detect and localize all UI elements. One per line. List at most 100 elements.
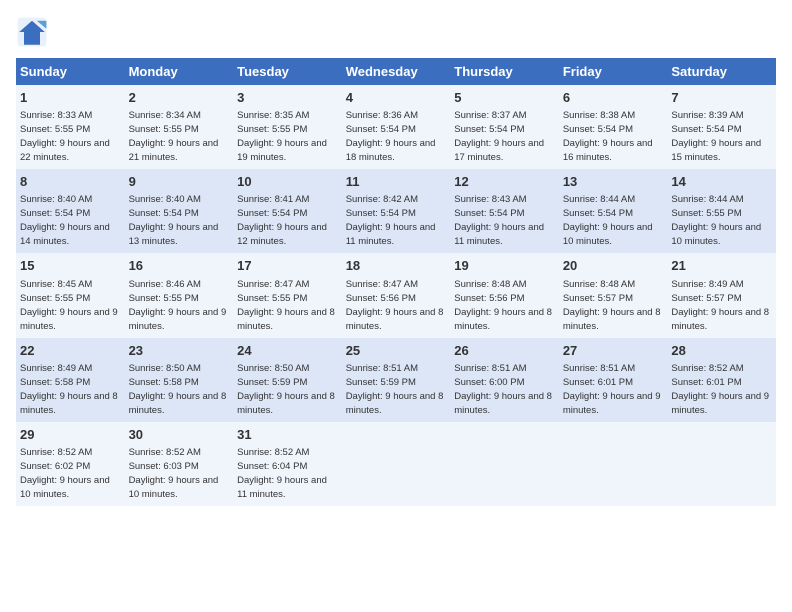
day-number: 5 [454,89,555,107]
sunrise-info: Sunrise: 8:44 AM [563,194,635,205]
calendar-header-row: SundayMondayTuesdayWednesdayThursdayFrid… [16,58,776,85]
sunset-info: Sunset: 6:01 PM [671,377,741,388]
sunrise-info: Sunrise: 8:41 AM [237,194,309,205]
day-number: 3 [237,89,338,107]
sunrise-info: Sunrise: 8:33 AM [20,110,92,121]
day-number: 26 [454,342,555,360]
calendar-cell: 10 Sunrise: 8:41 AM Sunset: 5:54 PM Dayl… [233,169,342,253]
sunrise-info: Sunrise: 8:52 AM [671,363,743,374]
calendar-cell: 7 Sunrise: 8:39 AM Sunset: 5:54 PM Dayli… [667,85,776,169]
calendar-cell: 27 Sunrise: 8:51 AM Sunset: 6:01 PM Dayl… [559,338,668,422]
sunset-info: Sunset: 6:03 PM [129,461,199,472]
daylight-info: Daylight: 9 hours and 10 minutes. [129,475,219,500]
daylight-info: Daylight: 9 hours and 8 minutes. [237,307,335,332]
header-cell-friday: Friday [559,58,668,85]
daylight-info: Daylight: 9 hours and 10 minutes. [563,222,653,247]
day-number: 16 [129,257,230,275]
sunset-info: Sunset: 5:54 PM [454,124,524,135]
calendar-cell [667,422,776,506]
day-number: 21 [671,257,772,275]
sunrise-info: Sunrise: 8:42 AM [346,194,418,205]
day-number: 11 [346,173,447,191]
sunrise-info: Sunrise: 8:49 AM [671,279,743,290]
sunrise-info: Sunrise: 8:52 AM [20,447,92,458]
daylight-info: Daylight: 9 hours and 22 minutes. [20,138,110,163]
day-number: 19 [454,257,555,275]
sunset-info: Sunset: 5:55 PM [20,124,90,135]
day-number: 8 [20,173,121,191]
daylight-info: Daylight: 9 hours and 10 minutes. [20,475,110,500]
sunset-info: Sunset: 5:55 PM [237,293,307,304]
calendar-cell: 9 Sunrise: 8:40 AM Sunset: 5:54 PM Dayli… [125,169,234,253]
sunset-info: Sunset: 5:55 PM [129,124,199,135]
sunrise-info: Sunrise: 8:38 AM [563,110,635,121]
day-number: 17 [237,257,338,275]
calendar-cell: 1 Sunrise: 8:33 AM Sunset: 5:55 PM Dayli… [16,85,125,169]
day-number: 13 [563,173,664,191]
calendar-cell: 17 Sunrise: 8:47 AM Sunset: 5:55 PM Dayl… [233,253,342,337]
sunrise-info: Sunrise: 8:49 AM [20,363,92,374]
day-number: 15 [20,257,121,275]
sunset-info: Sunset: 5:54 PM [20,208,90,219]
sunset-info: Sunset: 5:55 PM [671,208,741,219]
daylight-info: Daylight: 9 hours and 11 minutes. [346,222,436,247]
day-number: 2 [129,89,230,107]
calendar-cell: 15 Sunrise: 8:45 AM Sunset: 5:55 PM Dayl… [16,253,125,337]
calendar-cell [342,422,451,506]
sunrise-info: Sunrise: 8:48 AM [563,279,635,290]
calendar-cell: 11 Sunrise: 8:42 AM Sunset: 5:54 PM Dayl… [342,169,451,253]
daylight-info: Daylight: 9 hours and 18 minutes. [346,138,436,163]
calendar-cell: 2 Sunrise: 8:34 AM Sunset: 5:55 PM Dayli… [125,85,234,169]
day-number: 10 [237,173,338,191]
calendar-cell: 30 Sunrise: 8:52 AM Sunset: 6:03 PM Dayl… [125,422,234,506]
calendar-cell: 18 Sunrise: 8:47 AM Sunset: 5:56 PM Dayl… [342,253,451,337]
calendar-cell: 31 Sunrise: 8:52 AM Sunset: 6:04 PM Dayl… [233,422,342,506]
day-number: 12 [454,173,555,191]
daylight-info: Daylight: 9 hours and 12 minutes. [237,222,327,247]
daylight-info: Daylight: 9 hours and 8 minutes. [454,307,552,332]
calendar-cell: 26 Sunrise: 8:51 AM Sunset: 6:00 PM Dayl… [450,338,559,422]
calendar-week-row: 1 Sunrise: 8:33 AM Sunset: 5:55 PM Dayli… [16,85,776,169]
daylight-info: Daylight: 9 hours and 9 minutes. [563,391,661,416]
day-number: 22 [20,342,121,360]
calendar-week-row: 29 Sunrise: 8:52 AM Sunset: 6:02 PM Dayl… [16,422,776,506]
day-number: 28 [671,342,772,360]
sunrise-info: Sunrise: 8:46 AM [129,279,201,290]
sunrise-info: Sunrise: 8:35 AM [237,110,309,121]
calendar-week-row: 15 Sunrise: 8:45 AM Sunset: 5:55 PM Dayl… [16,253,776,337]
sunset-info: Sunset: 5:54 PM [237,208,307,219]
daylight-info: Daylight: 9 hours and 10 minutes. [671,222,761,247]
day-number: 1 [20,89,121,107]
daylight-info: Daylight: 9 hours and 8 minutes. [346,391,444,416]
day-number: 6 [563,89,664,107]
sunrise-info: Sunrise: 8:45 AM [20,279,92,290]
sunset-info: Sunset: 5:59 PM [237,377,307,388]
calendar-cell: 23 Sunrise: 8:50 AM Sunset: 5:58 PM Dayl… [125,338,234,422]
day-number: 4 [346,89,447,107]
daylight-info: Daylight: 9 hours and 13 minutes. [129,222,219,247]
sunrise-info: Sunrise: 8:52 AM [237,447,309,458]
calendar-cell: 4 Sunrise: 8:36 AM Sunset: 5:54 PM Dayli… [342,85,451,169]
day-number: 24 [237,342,338,360]
sunset-info: Sunset: 6:00 PM [454,377,524,388]
sunrise-info: Sunrise: 8:40 AM [20,194,92,205]
day-number: 30 [129,426,230,444]
daylight-info: Daylight: 9 hours and 8 minutes. [237,391,335,416]
sunset-info: Sunset: 5:54 PM [563,124,633,135]
sunrise-info: Sunrise: 8:50 AM [129,363,201,374]
calendar-cell: 29 Sunrise: 8:52 AM Sunset: 6:02 PM Dayl… [16,422,125,506]
daylight-info: Daylight: 9 hours and 14 minutes. [20,222,110,247]
header [16,16,776,48]
daylight-info: Daylight: 9 hours and 16 minutes. [563,138,653,163]
calendar-cell: 14 Sunrise: 8:44 AM Sunset: 5:55 PM Dayl… [667,169,776,253]
calendar-cell: 22 Sunrise: 8:49 AM Sunset: 5:58 PM Dayl… [16,338,125,422]
daylight-info: Daylight: 9 hours and 21 minutes. [129,138,219,163]
sunrise-info: Sunrise: 8:40 AM [129,194,201,205]
sunrise-info: Sunrise: 8:50 AM [237,363,309,374]
daylight-info: Daylight: 9 hours and 9 minutes. [129,307,227,332]
calendar-cell: 6 Sunrise: 8:38 AM Sunset: 5:54 PM Dayli… [559,85,668,169]
sunset-info: Sunset: 5:58 PM [20,377,90,388]
calendar-week-row: 8 Sunrise: 8:40 AM Sunset: 5:54 PM Dayli… [16,169,776,253]
day-number: 31 [237,426,338,444]
sunset-info: Sunset: 5:54 PM [563,208,633,219]
